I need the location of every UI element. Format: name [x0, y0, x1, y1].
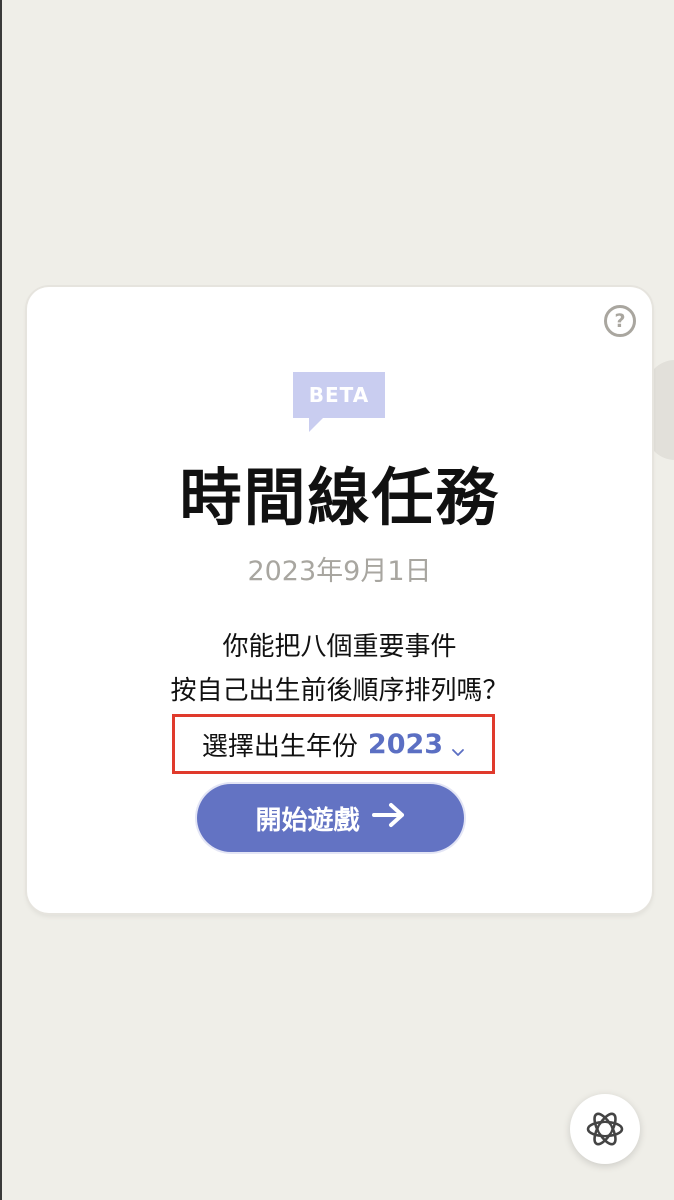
arrow-right-icon	[371, 802, 406, 835]
chevron-down-icon	[451, 737, 465, 756]
beta-label: BETA	[308, 383, 370, 407]
game-card: ? BETA 時間線任務 2023年9月1日 你能把八個重要事件 按自己出生前後…	[27, 287, 652, 913]
page-title: 時間線任務	[179, 461, 500, 534]
chatgpt-button[interactable]	[570, 1094, 640, 1164]
openai-logo-icon	[586, 1112, 624, 1146]
question-line-2: 按自己出生前後順序排列嗎？	[170, 676, 509, 706]
start-game-label: 開始遊戲	[255, 805, 360, 836]
question-line-1: 你能把八個重要事件	[222, 632, 457, 662]
start-game-button[interactable]: 開始遊戲	[197, 784, 464, 852]
question-text: 你能把八個重要事件 按自己出生前後順序排列嗎？	[27, 625, 652, 713]
game-date: 2023年9月1日	[247, 556, 432, 587]
birth-year-select[interactable]: 選擇出生年份 2023	[172, 714, 495, 774]
birth-year-value: 2023	[367, 728, 444, 760]
window-edge	[0, 0, 2, 1200]
help-icon[interactable]: ?	[604, 305, 636, 337]
birth-year-label: 選擇出生年份	[201, 731, 358, 762]
beta-badge: BETA	[293, 372, 385, 432]
